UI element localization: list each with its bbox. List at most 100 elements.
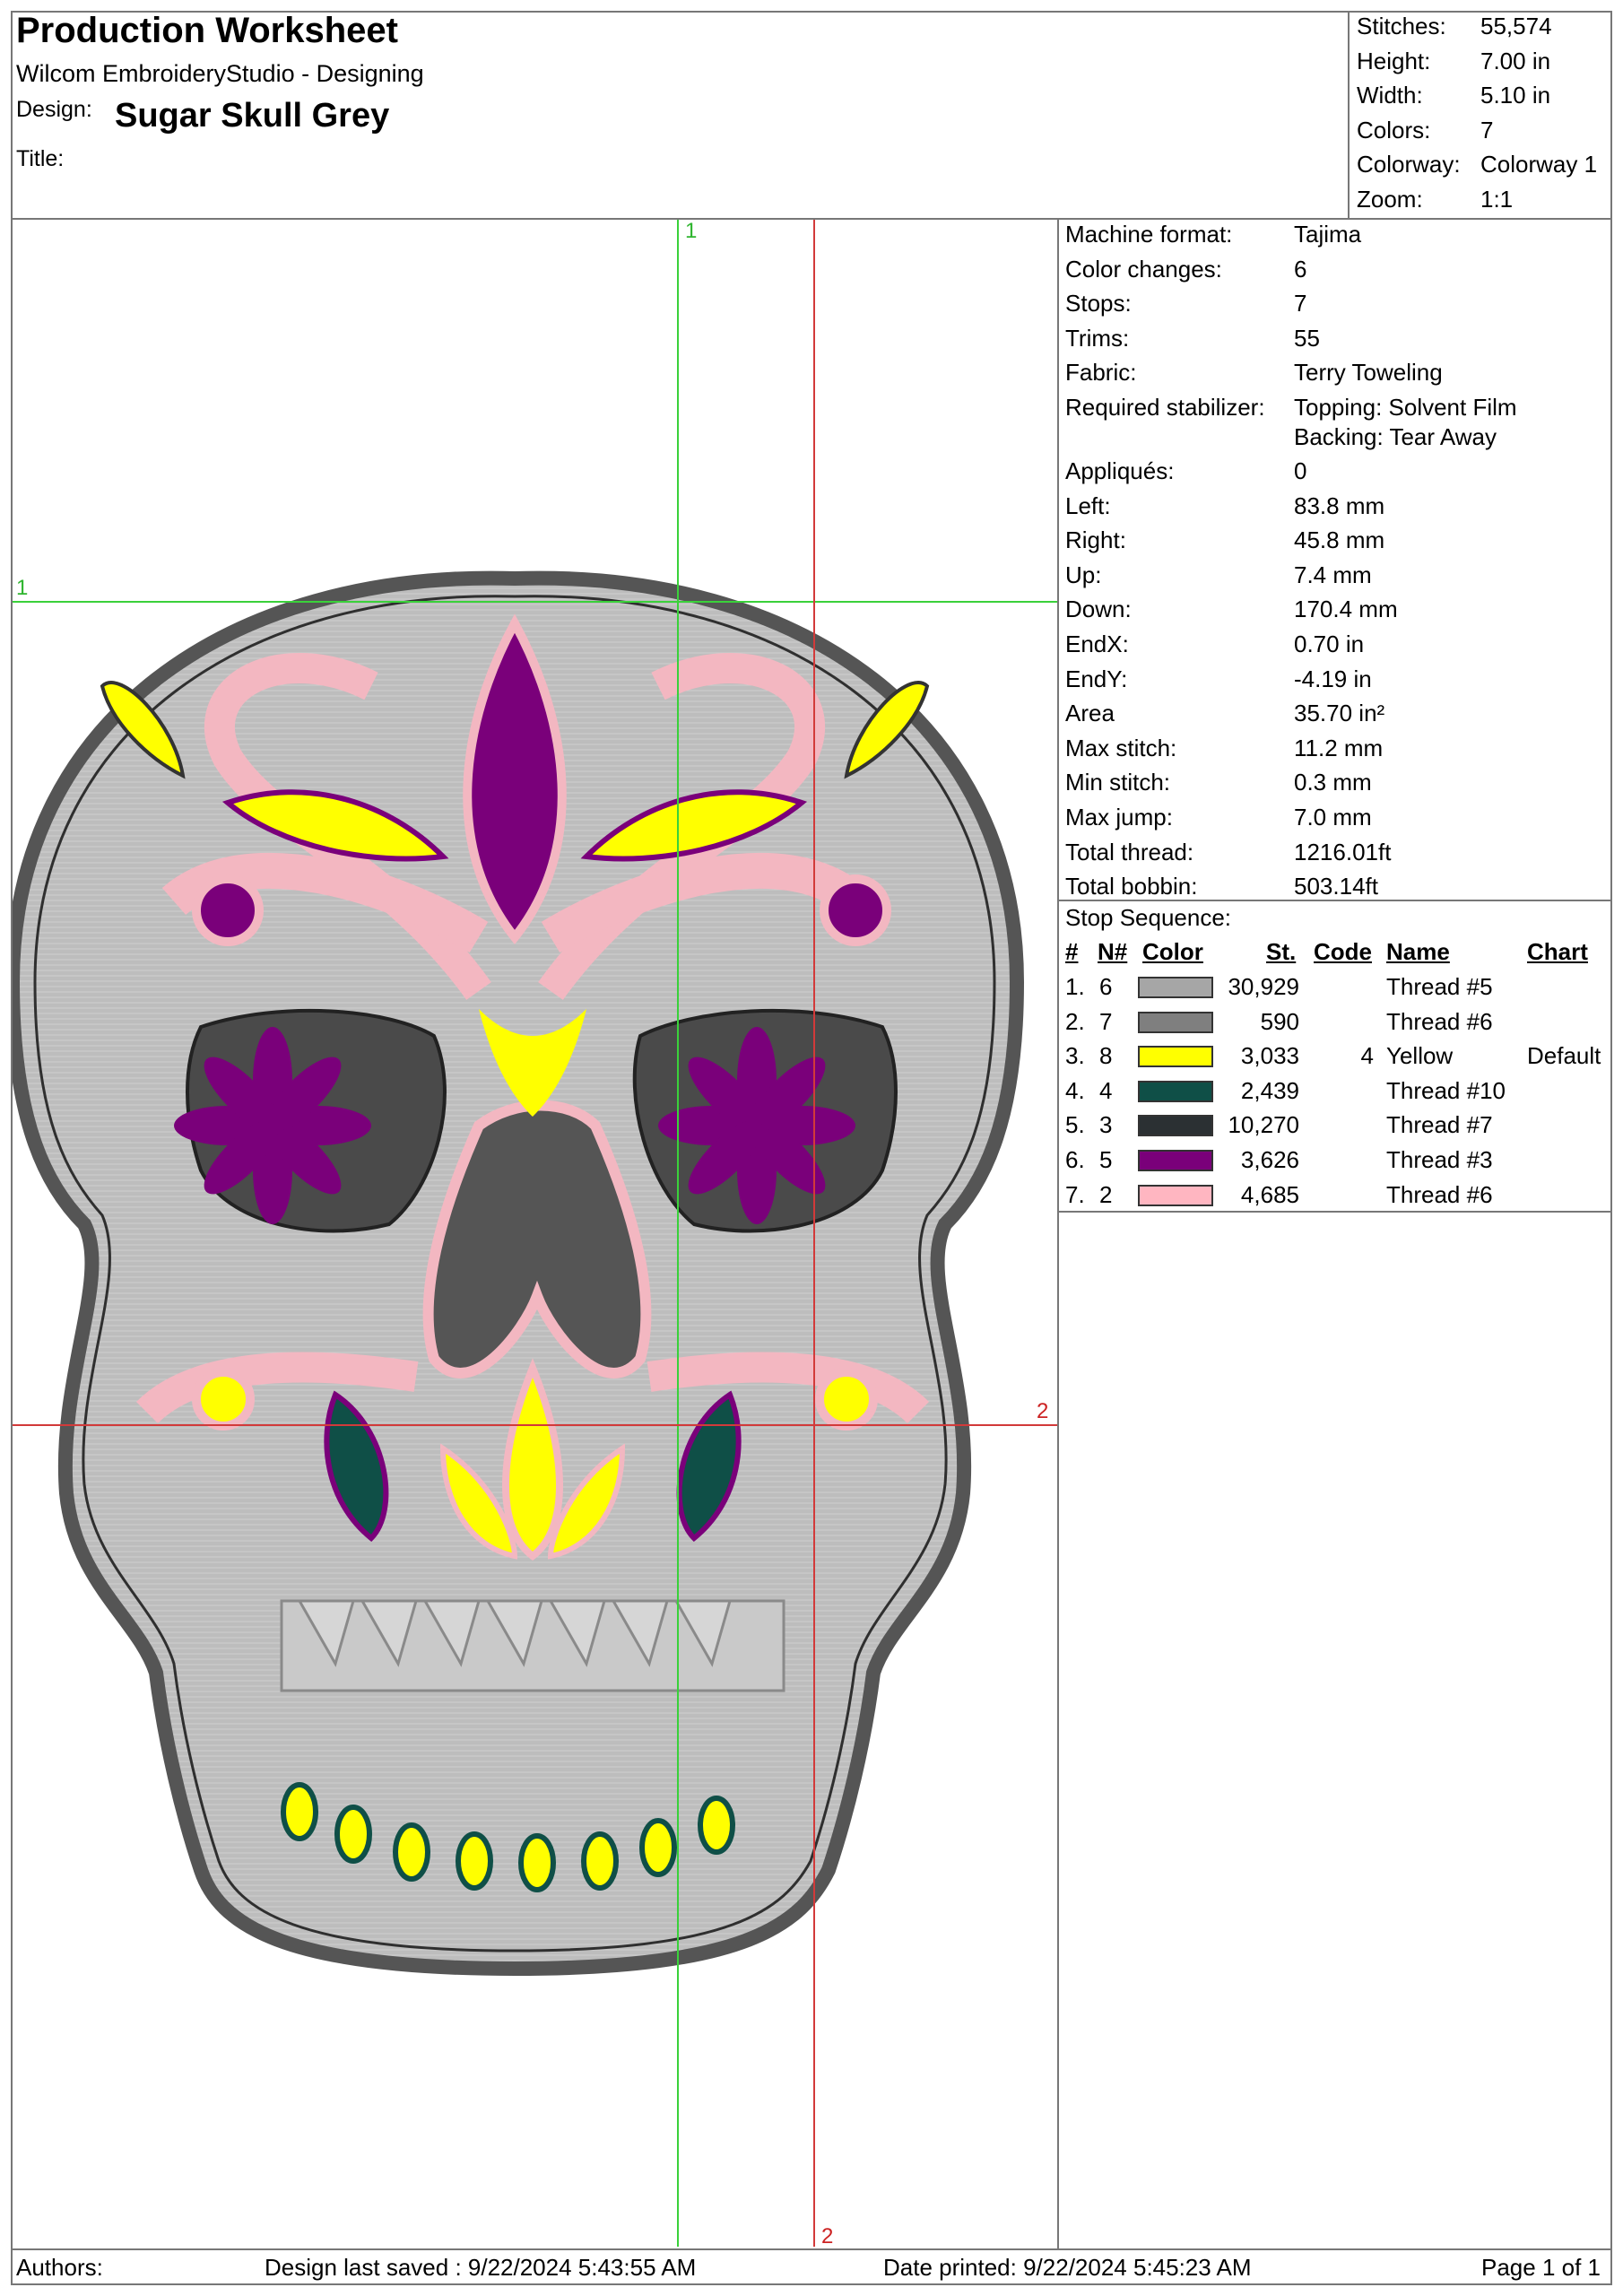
title-label: Title: — [16, 146, 65, 171]
stop-thread-name: Thread #10 — [1386, 1076, 1506, 1104]
thread-color-swatch — [1138, 1046, 1213, 1068]
detail-label: Max stitch: — [1065, 734, 1177, 761]
footer-page: Page 1 of 1 — [1481, 2254, 1601, 2281]
thread-color-swatch — [1138, 1115, 1213, 1137]
summary-label: Width: — [1357, 82, 1423, 109]
detail-value: 7 — [1294, 290, 1307, 317]
stop-thread-name: Thread #7 — [1386, 1111, 1493, 1139]
detail-label: Up: — [1065, 561, 1102, 588]
detail-value: 55 — [1294, 324, 1320, 352]
detail-label: Right: — [1065, 526, 1126, 554]
stop-index: 7. — [1065, 1180, 1085, 1208]
col-n: N# — [1098, 938, 1128, 965]
stop-stitches: 590 — [1260, 1007, 1299, 1035]
detail-value: 6 — [1294, 255, 1307, 283]
details-divider — [1057, 218, 1059, 2248]
detail-label: Fabric: — [1065, 359, 1137, 387]
stop-needle: 5 — [1099, 1146, 1113, 1173]
summary-label: Colors: — [1357, 116, 1431, 144]
footer-printed: Date printed: 9/22/2024 5:45:23 AM — [883, 2254, 1252, 2281]
guide-vertical-2 — [813, 220, 815, 2247]
detail-value: 0.3 mm — [1294, 769, 1372, 796]
summary-value: 55,574 — [1480, 13, 1552, 39]
detail-label: Stops: — [1065, 290, 1132, 317]
stop-needle: 4 — [1099, 1076, 1113, 1104]
guide-vertical-1 — [677, 220, 679, 2247]
detail-value: Terry Toweling — [1294, 359, 1443, 387]
stop-index: 5. — [1065, 1111, 1085, 1139]
detail-value: 7.0 mm — [1294, 804, 1372, 831]
thread-color-swatch — [1138, 1011, 1213, 1033]
detail-label: Area — [1065, 700, 1115, 727]
col-chart: Chart — [1527, 938, 1588, 965]
detail-label: EndX: — [1065, 631, 1129, 657]
detail-value: 83.8 mm — [1294, 491, 1385, 519]
software-name: Wilcom EmbroideryStudio - Designing — [16, 60, 424, 87]
detail-label: Down: — [1065, 596, 1132, 623]
stop-thread-name: Thread #5 — [1386, 973, 1493, 1000]
stop-thread-name: Thread #3 — [1386, 1146, 1493, 1173]
stop-index: 3. — [1065, 1042, 1085, 1070]
detail-label: Left: — [1065, 491, 1111, 519]
stop-thread-name: Thread #6 — [1386, 1180, 1493, 1208]
detail-label: Appliqués: — [1065, 457, 1175, 484]
detail-value: 35.70 in² — [1294, 700, 1385, 727]
design-name: Sugar Skull Grey — [115, 97, 390, 135]
guide-horizontal-2 — [13, 1424, 1057, 1426]
detail-label: Required stabilizer: — [1065, 394, 1265, 421]
thread-color-swatch — [1138, 1150, 1213, 1171]
detail-value: 7.4 mm — [1294, 561, 1372, 588]
stop-stitches: 2,439 — [1240, 1076, 1299, 1104]
thread-color-swatch — [1138, 1080, 1213, 1102]
skull-embroidery — [13, 570, 1025, 1977]
stop-needle: 7 — [1099, 1007, 1113, 1035]
summary-label: Height: — [1357, 47, 1431, 74]
footer-saved: Design last saved : 9/22/2024 5:43:55 AM — [265, 2254, 697, 2281]
summary-label: Stitches: — [1357, 13, 1446, 39]
detail-label: Max jump: — [1065, 804, 1173, 831]
design-label: Design: — [16, 97, 92, 122]
guide-label-v2: 2 — [821, 2224, 834, 2248]
design-preview — [13, 220, 1057, 2247]
stop-stitches: 4,685 — [1240, 1180, 1299, 1208]
stop-thread-name: Thread #6 — [1386, 1007, 1493, 1035]
detail-value: 0 — [1294, 457, 1307, 484]
thread-color-swatch — [1138, 1184, 1213, 1206]
detail-label: Machine format: — [1065, 221, 1233, 248]
stop-needle: 3 — [1099, 1111, 1113, 1139]
guide-label-v1: 1 — [685, 219, 698, 243]
detail-value: 170.4 mm — [1294, 596, 1398, 623]
summary-label: Zoom: — [1357, 185, 1423, 213]
detail-label: Total bobbin: — [1065, 873, 1198, 900]
teeth — [280, 1599, 785, 1692]
footer-divider — [11, 2248, 1612, 2250]
stop-stitches: 3,626 — [1240, 1146, 1299, 1173]
detail-value-2: Backing: Tear Away — [1294, 423, 1497, 450]
col-name: Name — [1386, 938, 1450, 965]
page-title: Production Worksheet — [16, 11, 398, 50]
stop-index: 4. — [1065, 1076, 1085, 1104]
thread-color-swatch — [1138, 977, 1213, 998]
stop-stitches: 10,270 — [1228, 1111, 1299, 1139]
guide-horizontal-1 — [13, 601, 1057, 603]
stop-chart: Default — [1527, 1042, 1601, 1070]
guide-label-h1: 1 — [16, 576, 29, 600]
stop-thread-name: Yellow — [1386, 1042, 1454, 1070]
detail-value: 503.14ft — [1294, 873, 1378, 900]
detail-label: Color changes: — [1065, 255, 1222, 283]
summary-label: Colorway: — [1357, 151, 1461, 178]
col-st: St. — [1266, 938, 1297, 965]
stop-stitches: 30,929 — [1228, 973, 1299, 1000]
summary-value: 7 — [1480, 116, 1494, 144]
detail-value: -4.19 in — [1294, 665, 1372, 692]
stop-code: 4 — [1360, 1042, 1374, 1070]
summary-value: 5.10 in — [1480, 82, 1551, 109]
stop-stitches: 3,033 — [1240, 1042, 1299, 1070]
detail-value: 45.8 mm — [1294, 526, 1385, 554]
col-idx: # — [1065, 938, 1079, 965]
detail-value: 1216.01ft — [1294, 838, 1392, 865]
summary-value: 7.00 in — [1480, 47, 1551, 74]
detail-value: 0.70 in — [1294, 631, 1365, 657]
summary-divider — [1348, 11, 1350, 219]
detail-label: Total thread: — [1065, 838, 1194, 865]
